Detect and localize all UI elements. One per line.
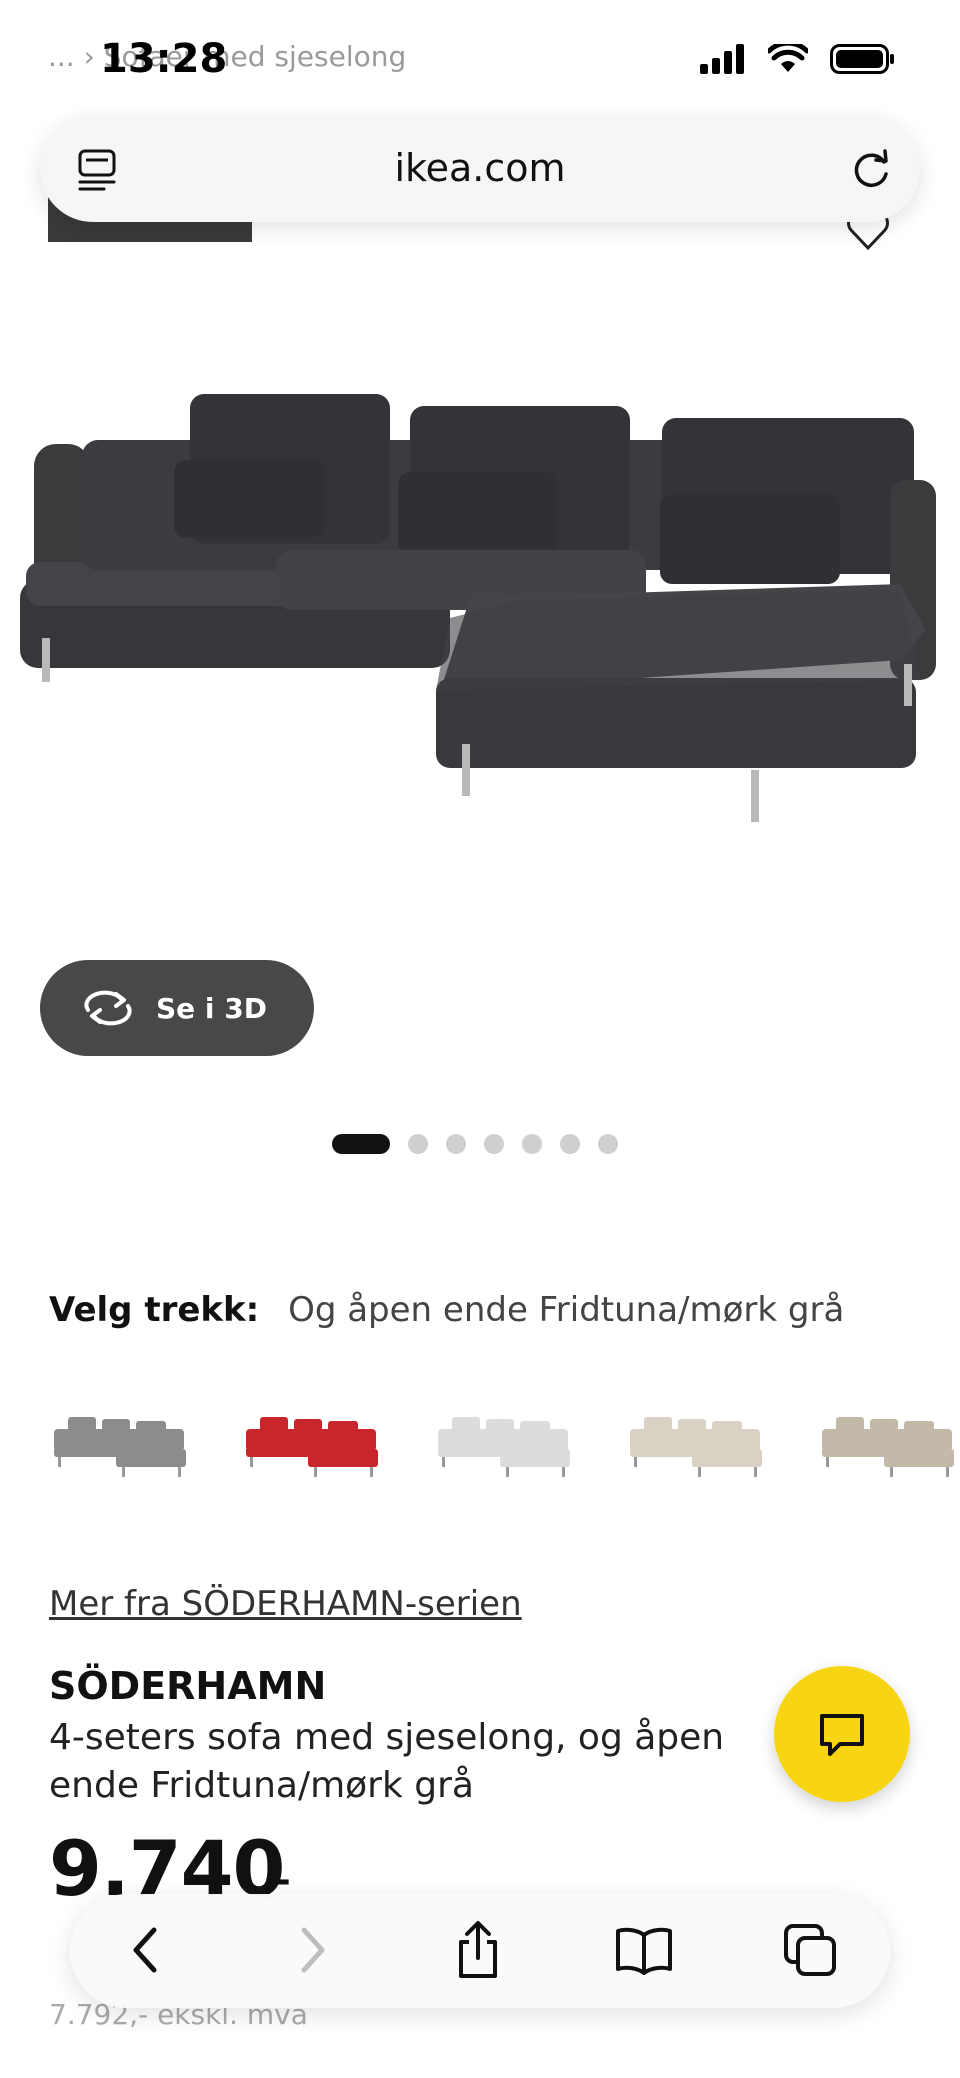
back-button[interactable] xyxy=(116,1920,176,1980)
cover-swatch-beige[interactable] xyxy=(624,1388,768,1506)
reader-mode-icon[interactable] xyxy=(76,148,120,192)
carousel-dot[interactable] xyxy=(332,1134,390,1154)
series-link[interactable]: Mer fra SÖDERHAMN-serien xyxy=(49,1584,522,1624)
rotate-3d-icon xyxy=(84,990,132,1026)
status-icons xyxy=(700,44,896,74)
carousel-dot[interactable] xyxy=(408,1134,428,1154)
product-brand: SÖDERHAMN xyxy=(49,1664,327,1708)
status-time: 13:28 xyxy=(100,36,228,82)
product-image[interactable] xyxy=(0,300,960,960)
book-icon xyxy=(616,1927,672,1975)
url-text[interactable]: ikea.com xyxy=(40,146,920,190)
tabs-icon xyxy=(784,1924,836,1976)
sofa-thumbnail-icon xyxy=(246,1417,378,1477)
sofa-thumbnail-icon xyxy=(54,1417,186,1477)
wifi-icon xyxy=(768,44,808,72)
carousel-dot[interactable] xyxy=(560,1134,580,1154)
chat-icon xyxy=(820,1714,864,1756)
address-bar[interactable]: ikea.com xyxy=(40,116,920,222)
cover-swatch-grey[interactable] xyxy=(48,1388,192,1506)
cover-swatch-light-grey[interactable] xyxy=(432,1388,576,1506)
forward-button[interactable] xyxy=(282,1920,342,1980)
chevron-left-icon xyxy=(133,1927,157,1973)
product-description: 4-seters sofa med sjeselong, og åpen end… xyxy=(49,1717,725,1806)
image-carousel-indicator[interactable] xyxy=(332,1134,618,1154)
share-button[interactable] xyxy=(448,1920,508,1980)
cover-swatch-dark-beige[interactable] xyxy=(816,1388,960,1506)
sofa-thumbnail-icon xyxy=(438,1417,570,1477)
browser-toolbar xyxy=(70,1894,890,2008)
reload-icon[interactable] xyxy=(846,144,896,194)
cover-label: Velg trekk: xyxy=(49,1290,260,1330)
chat-button[interactable] xyxy=(774,1666,910,1802)
carousel-dot[interactable] xyxy=(598,1134,618,1154)
cover-value: Og åpen ende Fridtuna/mørk grå xyxy=(288,1290,845,1330)
bookmarks-button[interactable] xyxy=(614,1920,674,1980)
cover-swatch-red[interactable] xyxy=(240,1388,384,1506)
view-3d-label: Se i 3D xyxy=(156,991,267,1025)
cover-selection: Velg trekk: Og åpen ende Fridtuna/mørk g… xyxy=(49,1290,844,1330)
carousel-dot[interactable] xyxy=(484,1134,504,1154)
chevron-right-icon xyxy=(301,1927,325,1973)
carousel-dot[interactable] xyxy=(446,1134,466,1154)
carousel-dot[interactable] xyxy=(522,1134,542,1154)
sofa-thumbnail-icon xyxy=(822,1417,954,1477)
tabs-button[interactable] xyxy=(780,1920,840,1980)
cellular-signal-icon xyxy=(700,44,744,74)
sofa-thumbnail-icon xyxy=(630,1417,762,1477)
share-icon xyxy=(459,1921,497,1978)
cover-swatches xyxy=(48,1388,960,1506)
view-3d-button[interactable]: Se i 3D xyxy=(40,960,314,1056)
battery-icon xyxy=(830,44,894,74)
